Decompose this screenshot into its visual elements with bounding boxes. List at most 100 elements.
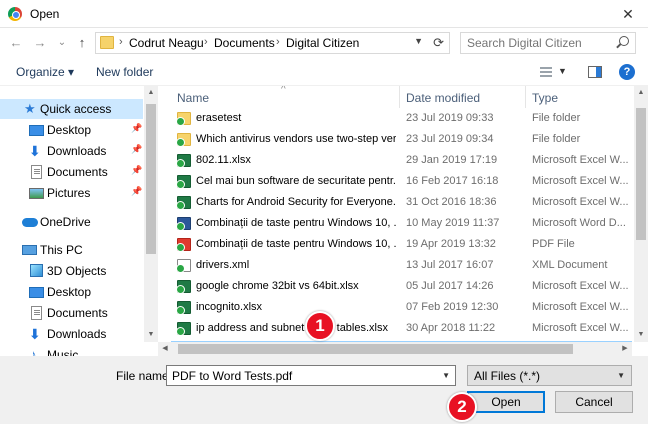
sidebar-item-quick-access[interactable]: ★ Quick access xyxy=(0,99,143,119)
new-folder-button[interactable]: New folder xyxy=(96,65,153,79)
pin-icon[interactable]: 📌 xyxy=(131,186,142,197)
refresh-button[interactable]: ⟳ xyxy=(433,35,444,51)
breadcrumb-separator[interactable]: › xyxy=(204,36,208,48)
search-icon[interactable] xyxy=(619,36,629,46)
sidebar-item-label: Quick access xyxy=(40,102,112,116)
table-row[interactable]: erasetest 23 Jul 2019 09:33 File folder xyxy=(171,110,632,128)
breadcrumb-codrut-neagu[interactable]: Codrut Neagu xyxy=(129,36,204,50)
open-button[interactable]: Open xyxy=(467,391,545,413)
sidebar-item-pictures[interactable]: Pictures 📌 xyxy=(0,183,143,203)
sidebar-scrollbar[interactable]: ▲ ▼ xyxy=(144,86,158,342)
desktop-icon xyxy=(29,125,44,136)
pin-icon[interactable]: 📌 xyxy=(131,165,142,176)
music-icon: ♪ xyxy=(30,347,37,357)
address-bar[interactable]: › Codrut Neagu › Documents › Digital Cit… xyxy=(95,32,450,54)
star-icon: ★ xyxy=(24,101,36,116)
table-row[interactable]: drivers.xml 13 Jul 2017 16:07 XML Document xyxy=(171,257,632,275)
xls-file-icon xyxy=(176,196,191,210)
table-row[interactable]: ip address and subnet mask tables.xlsx 30… xyxy=(171,320,632,338)
table-row[interactable]: 802.11.xlsx 29 Jan 2019 17:19 Microsoft Ex… xyxy=(171,152,632,170)
sidebar-item-desktop[interactable]: Desktop 📌 xyxy=(0,120,143,140)
file-type-cell: Microsoft Excel W... xyxy=(532,196,629,208)
scroll-down-icon[interactable]: ▼ xyxy=(634,328,648,342)
help-icon[interactable]: ? xyxy=(619,64,635,80)
file-type-select[interactable]: All Files (*.*) ▼ xyxy=(467,365,632,386)
downloads-icon: ⬇ xyxy=(29,326,41,342)
callout-badge-2: 2 xyxy=(447,392,477,422)
table-row[interactable]: incognito.xlsx 07 Feb 2019 12:30 Microsoft… xyxy=(171,299,632,317)
file-name-cell: Cel mai bun software de securitate pentr… xyxy=(196,175,396,187)
chevron-down-icon[interactable]: ▼ xyxy=(617,371,625,380)
sidebar-item-label: Downloads xyxy=(47,327,107,341)
scroll-down-icon[interactable]: ▼ xyxy=(144,328,158,342)
search-input[interactable] xyxy=(461,33,611,53)
view-dropdown-icon[interactable]: ▼ xyxy=(558,66,567,76)
sidebar-item-documents[interactable]: Documents 📌 xyxy=(0,162,143,182)
file-list-scroll-thumb[interactable] xyxy=(636,108,646,240)
forward-button[interactable]: → xyxy=(32,34,48,52)
horizontal-scroll-thumb[interactable] xyxy=(178,344,573,354)
organize-button[interactable]: Organize ▾ xyxy=(16,65,74,79)
horizontal-scrollbar[interactable]: ◀ ▶ xyxy=(158,342,632,356)
column-date-modified[interactable]: Date modified xyxy=(400,86,526,108)
file-type-cell: Microsoft Excel W... xyxy=(532,175,629,187)
folder-icon xyxy=(100,36,114,49)
sidebar-item-downloads[interactable]: ⬇ Downloads 📌 xyxy=(0,141,143,161)
recent-locations-button[interactable]: ⌄ xyxy=(54,34,70,52)
table-row[interactable]: Charts for Android Security for Everyone… xyxy=(171,194,632,212)
dialog-footer: File name: ▼ All Files (*.*) ▼ Open Canc… xyxy=(0,356,648,424)
sidebar-item-this-pc[interactable]: This PC xyxy=(0,240,143,260)
table-row[interactable]: Combinații de taste pentru Windows 10, .… xyxy=(171,236,632,254)
scroll-up-icon[interactable]: ▲ xyxy=(634,86,648,100)
downloads-icon: ⬇ xyxy=(29,143,41,159)
scroll-left-icon[interactable]: ◀ xyxy=(158,342,172,356)
sidebar-item-desktop-pc[interactable]: Desktop xyxy=(0,282,143,302)
column-name[interactable]: Name xyxy=(171,86,400,108)
table-row[interactable]: Which antivirus vendors use two-step ver… xyxy=(171,131,632,149)
chevron-down-icon[interactable]: ▼ xyxy=(442,371,450,380)
file-name-cell: Combinații de taste pentru Windows 10, .… xyxy=(196,238,396,250)
sidebar-scroll-thumb[interactable] xyxy=(146,104,156,254)
pin-icon[interactable]: 📌 xyxy=(131,144,142,155)
search-box[interactable] xyxy=(460,32,636,54)
table-row[interactable]: Combinații de taste pentru Windows 10, .… xyxy=(171,215,632,233)
sidebar-item-downloads-pc[interactable]: ⬇ Downloads xyxy=(0,324,143,344)
file-date-cell: 05 Jul 2017 14:26 xyxy=(406,280,494,292)
cancel-button[interactable]: Cancel xyxy=(555,391,633,413)
cube-icon xyxy=(30,264,43,277)
file-date-cell: 13 Jul 2017 16:07 xyxy=(406,259,494,271)
file-name-combobox[interactable]: ▼ xyxy=(166,365,456,386)
back-button[interactable]: ← xyxy=(8,34,24,52)
file-type-cell: File folder xyxy=(532,133,581,145)
view-options-icon[interactable] xyxy=(540,67,552,77)
breadcrumb-digital-citizen[interactable]: Digital Citizen xyxy=(286,36,359,50)
scroll-right-icon[interactable]: ▶ xyxy=(618,342,632,356)
address-dropdown-icon[interactable]: ▼ xyxy=(414,36,423,46)
table-row[interactable]: google chrome 32bit vs 64bit.xlsx 05 Jul … xyxy=(171,278,632,296)
table-row[interactable]: Cel mai bun software de securitate pentr… xyxy=(171,173,632,191)
file-name-input[interactable] xyxy=(167,366,435,385)
breadcrumb-documents[interactable]: Documents xyxy=(214,36,275,50)
sidebar-item-label: 3D Objects xyxy=(47,264,107,278)
file-list-scrollbar[interactable]: ▲ ▼ xyxy=(634,86,648,342)
sidebar-item-music[interactable]: ♪ Music xyxy=(0,345,143,357)
file-date-cell: 07 Feb 2019 12:30 xyxy=(406,301,499,313)
sidebar-item-3d-objects[interactable]: 3D Objects xyxy=(0,261,143,281)
xls-file-icon xyxy=(176,280,191,294)
pin-icon[interactable]: 📌 xyxy=(131,123,142,134)
sidebar-item-onedrive[interactable]: OneDrive xyxy=(0,212,143,232)
desktop-icon xyxy=(29,287,44,298)
documents-icon xyxy=(31,165,42,179)
sidebar-item-label: Music xyxy=(47,348,79,356)
file-name-cell: Charts for Android Security for Everyone… xyxy=(196,196,396,208)
up-button[interactable]: ↑ xyxy=(74,34,90,52)
file-name-cell: drivers.xml xyxy=(196,259,250,271)
close-button[interactable]: ✕ xyxy=(608,0,648,28)
breadcrumb-separator[interactable]: › xyxy=(276,36,280,48)
column-type[interactable]: Type xyxy=(526,86,632,108)
sidebar-item-documents-pc[interactable]: Documents xyxy=(0,303,143,323)
scroll-up-icon[interactable]: ▲ xyxy=(144,86,158,100)
sidebar-item-label: OneDrive xyxy=(40,215,91,229)
file-type-cell: Microsoft Excel W... xyxy=(532,280,629,292)
preview-pane-icon[interactable] xyxy=(588,66,602,78)
